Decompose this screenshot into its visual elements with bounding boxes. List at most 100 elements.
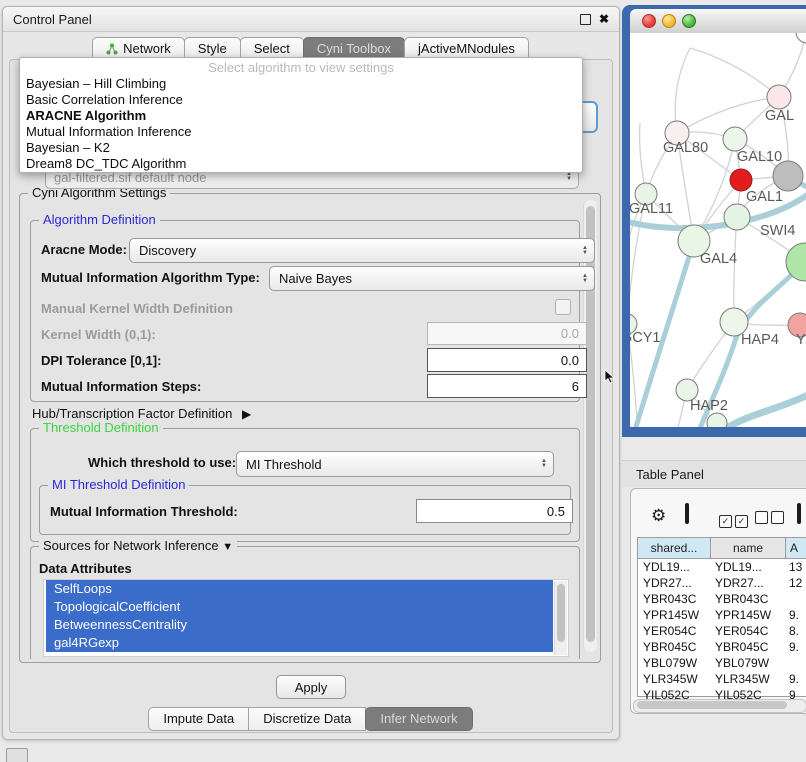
table-row[interactable]: YDR27... YDR27... 12 xyxy=(638,575,806,591)
mi-threshold-group: MI Threshold Definition Mutual Informati… xyxy=(39,485,571,535)
select-all-columns-icon[interactable]: ✓✓ xyxy=(719,511,751,529)
attributes-scrollbar[interactable] xyxy=(554,581,567,655)
attributes-scrollbar-thumb[interactable] xyxy=(557,584,565,642)
which-threshold-value: MI Threshold xyxy=(246,457,322,472)
table-row[interactable]: YPR145W YPR145W 9. xyxy=(638,607,806,623)
attribute-selfloops[interactable]: SelfLoops xyxy=(46,580,553,598)
label-gal: GAL xyxy=(765,108,794,124)
tab-cyni-toolbox-label: Cyni Toolbox xyxy=(317,41,391,56)
spinner-icon: ▲▼ xyxy=(541,452,547,476)
algorithm-option-basic-correlation[interactable]: Basic Correlation Inference xyxy=(20,92,582,108)
minimized-panel-icon[interactable] xyxy=(6,748,28,762)
network-icon xyxy=(106,43,118,55)
label-hap4: HAP4 xyxy=(741,332,779,348)
new-table-icon[interactable] xyxy=(797,505,801,523)
hub-section[interactable]: Hub/Transcription Factor Definition ▶ xyxy=(32,406,251,421)
network-window-titlebar[interactable] xyxy=(630,9,806,34)
cyni-bottom-tab-bar: Impute Data Discretize Data Infer Networ… xyxy=(3,707,619,731)
column-header-name[interactable]: name xyxy=(711,538,786,559)
mi-algorithm-type-value: Naive Bayes xyxy=(279,271,352,286)
label-gal11: GAL11 xyxy=(630,201,673,217)
table-row[interactable]: YLR345W YLR345W 9. xyxy=(638,671,806,687)
dpi-tolerance-field[interactable]: 0.0 xyxy=(427,348,587,372)
label-gcy1: GCY1 xyxy=(630,330,661,346)
table-panel-body: ⚙ ✓✓ shared... name A YDL19... YDL19... … xyxy=(630,488,806,714)
table-row[interactable]: YDL19... YDL19... 13 xyxy=(638,559,806,575)
table-horizontal-scrollbar-thumb[interactable] xyxy=(637,701,787,709)
dpi-tolerance-value: 0.0 xyxy=(561,353,579,368)
label-gal1: GAL1 xyxy=(746,189,783,205)
column-header-shared-name[interactable]: shared... xyxy=(638,538,711,559)
window-buttons: ✖ xyxy=(580,13,609,25)
dpi-tolerance-label: DPI Tolerance [0,1]: xyxy=(41,353,161,368)
float-window-icon[interactable] xyxy=(580,14,591,25)
tab-style-label: Style xyxy=(198,41,227,56)
kernel-width-label: Kernel Width (0,1): xyxy=(41,327,156,342)
cyni-algorithm-settings-group: Cyni Algorithm Settings Algorithm Defini… xyxy=(19,193,601,663)
table-row[interactable]: YBR045C YBR045C 9. xyxy=(638,639,806,655)
screenshot-root: Control Panel ✖ Network Style xyxy=(0,0,806,762)
node-swi4[interactable] xyxy=(724,204,750,230)
node-gal1[interactable] xyxy=(730,169,752,191)
algorithm-option-mutual-information[interactable]: Mutual Information Inference xyxy=(20,124,582,140)
tab-discretize-data[interactable]: Discretize Data xyxy=(248,707,366,731)
which-threshold-combo[interactable]: MI Threshold ▲▼ xyxy=(236,451,554,477)
node-gal-clipped[interactable] xyxy=(767,85,791,109)
node-gal10[interactable] xyxy=(723,127,747,151)
table-row[interactable]: YBR043C YBR043C xyxy=(638,591,806,607)
data-attributes-list: SelfLoops TopologicalCoefficient Between… xyxy=(43,579,569,657)
node-gray[interactable] xyxy=(773,161,803,191)
algorithm-option-bayesian-hill-climbing[interactable]: Bayesian – Hill Climbing xyxy=(20,76,582,92)
mouse-cursor xyxy=(604,369,616,385)
split-columns-icon[interactable] xyxy=(685,505,689,523)
which-threshold-label: Which threshold to use: xyxy=(88,455,236,470)
control-panel-title: Control Panel xyxy=(13,12,92,27)
expand-down-icon[interactable]: ▼ xyxy=(222,541,233,553)
label-y-clipped: Y xyxy=(796,332,806,348)
table-row[interactable]: YBL079W YBL079W xyxy=(638,655,806,671)
data-attributes-label: Data Attributes xyxy=(39,561,132,576)
gear-icon[interactable]: ⚙ xyxy=(651,507,666,524)
mi-threshold-field[interactable]: 0.5 xyxy=(416,499,573,523)
collapse-right-icon[interactable]: ▶ xyxy=(242,407,251,421)
algorithm-option-bayesian-k2[interactable]: Bayesian – K2 xyxy=(20,140,582,156)
network-canvas[interactable]: GAL GAL80 GAL10 GAL1 GAL11 SWI4 GAL4 GCY… xyxy=(630,33,806,427)
tab-impute-data[interactable]: Impute Data xyxy=(148,707,249,731)
threshold-definition-group: Threshold Definition Which threshold to … xyxy=(30,428,580,542)
network-view-window: GAL GAL80 GAL10 GAL1 GAL11 SWI4 GAL4 GCY… xyxy=(622,5,806,437)
column-header-clipped[interactable]: A xyxy=(786,538,806,559)
attribute-gal4rgexp[interactable]: gal4RGexp xyxy=(46,634,553,652)
algorithm-definition-group: Algorithm Definition Aracne Mode: Discov… xyxy=(30,220,580,402)
algorithm-definition-title: Algorithm Definition xyxy=(39,212,160,227)
label-swi4: SWI4 xyxy=(760,223,795,239)
close-icon[interactable]: ✖ xyxy=(599,13,609,25)
table-horizontal-scrollbar[interactable] xyxy=(633,699,806,713)
apply-button[interactable]: Apply xyxy=(276,675,346,699)
zoom-traffic-light[interactable] xyxy=(682,14,696,28)
node-table-header: shared... name A xyxy=(638,538,806,559)
kernel-width-field[interactable]: 0.0 xyxy=(427,322,587,345)
close-traffic-light[interactable] xyxy=(642,14,656,28)
table-row[interactable]: YER054C YER054C 8. xyxy=(638,623,806,639)
manual-kernel-width-checkbox[interactable] xyxy=(555,299,571,315)
mi-steps-field[interactable]: 6 xyxy=(427,374,587,398)
tab-jactivemnodules-label: jActiveMNodules xyxy=(418,41,515,56)
mi-algorithm-type-combo[interactable]: Naive Bayes ▲▼ xyxy=(269,266,595,291)
mi-threshold-group-title: MI Threshold Definition xyxy=(48,477,189,492)
tab-select-label: Select xyxy=(254,41,290,56)
algorithm-option-dream8[interactable]: Dream8 DC_TDC Algorithm xyxy=(20,156,582,172)
table-panel-title: Table Panel xyxy=(636,467,704,482)
minimize-traffic-light[interactable] xyxy=(662,14,676,28)
label-gal4: GAL4 xyxy=(700,251,737,267)
tab-infer-network[interactable]: Infer Network xyxy=(365,707,472,731)
node-table: shared... name A YDL19... YDL19... 13 YD… xyxy=(637,537,806,697)
mi-steps-value: 6 xyxy=(572,379,579,394)
sources-group-title[interactable]: Sources for Network Inference ▼ xyxy=(39,538,237,553)
attribute-topologicalcoefficient[interactable]: TopologicalCoefficient xyxy=(46,598,553,616)
deselect-all-columns-icon[interactable] xyxy=(755,511,787,529)
node-clipped-top[interactable] xyxy=(796,33,806,43)
aracne-mode-combo[interactable]: Discovery ▲▼ xyxy=(129,238,595,263)
attribute-betweennesscentrality[interactable]: BetweennessCentrality xyxy=(46,616,553,634)
label-hap2: HAP2 xyxy=(690,398,728,414)
algorithm-option-aracne[interactable]: ARACNE Algorithm xyxy=(20,108,582,124)
